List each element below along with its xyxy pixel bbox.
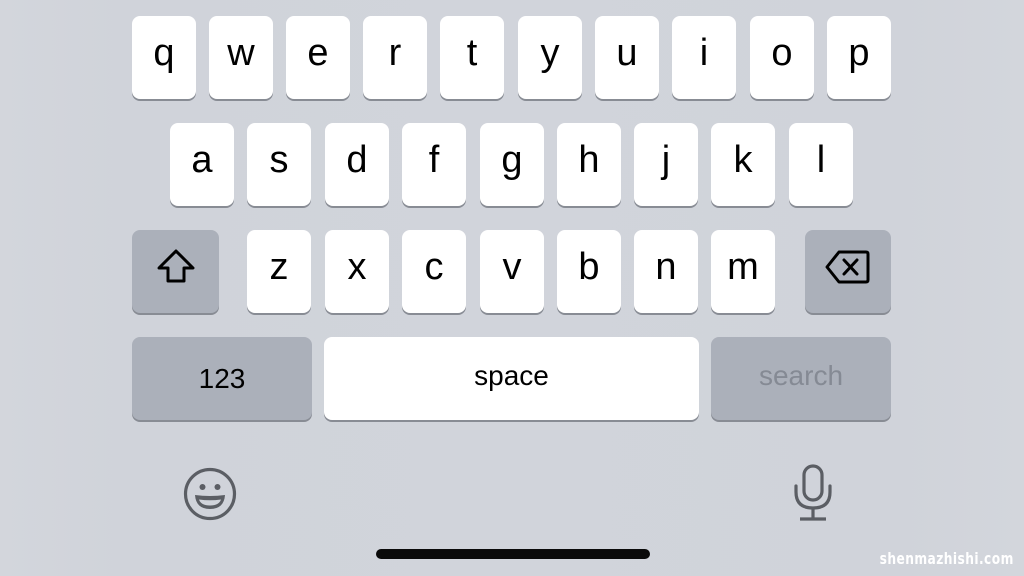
key-o[interactable]: o — [750, 16, 814, 99]
key-g[interactable]: g — [480, 123, 544, 206]
key-label: f — [428, 138, 440, 181]
key-i[interactable]: i — [672, 16, 736, 99]
key-label: q — [153, 31, 175, 74]
key-c[interactable]: c — [402, 230, 466, 313]
key-label: x — [347, 245, 367, 288]
numbers-key[interactable]: 123 — [132, 337, 312, 420]
search-key-label: search — [758, 359, 844, 391]
key-y[interactable]: y — [518, 16, 582, 99]
shift-arrow-icon — [154, 247, 198, 297]
key-b[interactable]: b — [557, 230, 621, 313]
key-label: c — [424, 245, 444, 288]
key-label: s — [269, 138, 289, 181]
key-e[interactable]: e — [286, 16, 350, 99]
key-label: h — [578, 138, 600, 181]
key-label: k — [733, 138, 753, 181]
key-label: e — [307, 31, 329, 74]
key-label: z — [269, 245, 289, 288]
key-label: g — [501, 138, 523, 181]
key-p[interactable]: p — [827, 16, 891, 99]
key-label: t — [466, 31, 478, 74]
backspace-icon — [824, 248, 872, 296]
key-s[interactable]: s — [247, 123, 311, 206]
key-label: w — [227, 31, 255, 74]
key-label: p — [848, 31, 870, 74]
dictation-button[interactable] — [788, 462, 838, 528]
key-a[interactable]: a — [170, 123, 234, 206]
key-label: o — [771, 31, 793, 74]
key-label: l — [816, 138, 826, 181]
space-key-label: space — [474, 359, 549, 391]
key-label: a — [191, 138, 213, 181]
space-key[interactable]: space — [324, 337, 699, 420]
key-d[interactable]: d — [325, 123, 389, 206]
keyboard: q w e r t y u i o p a s d f g h j k l z … — [0, 0, 1024, 576]
key-label: i — [699, 31, 709, 74]
key-h[interactable]: h — [557, 123, 621, 206]
emoji-smile-icon — [182, 466, 238, 527]
watermark: shenmazhishi.com — [879, 549, 1014, 568]
shift-key[interactable] — [132, 230, 219, 313]
numbers-key-label: 123 — [198, 362, 246, 394]
key-label: n — [655, 245, 677, 288]
key-r[interactable]: r — [363, 16, 427, 99]
key-q[interactable]: q — [132, 16, 196, 99]
key-m[interactable]: m — [711, 230, 775, 313]
key-l[interactable]: l — [789, 123, 853, 206]
key-w[interactable]: w — [209, 16, 273, 99]
key-x[interactable]: x — [325, 230, 389, 313]
key-t[interactable]: t — [440, 16, 504, 99]
key-label: r — [388, 31, 402, 74]
home-indicator[interactable] — [376, 549, 650, 559]
key-label: b — [578, 245, 600, 288]
key-n[interactable]: n — [634, 230, 698, 313]
key-j[interactable]: j — [634, 123, 698, 206]
key-label: y — [540, 31, 560, 74]
key-label: d — [346, 138, 368, 181]
search-key[interactable]: search — [711, 337, 891, 420]
key-label: j — [661, 138, 671, 181]
key-z[interactable]: z — [247, 230, 311, 313]
key-label: v — [502, 245, 522, 288]
key-f[interactable]: f — [402, 123, 466, 206]
key-v[interactable]: v — [480, 230, 544, 313]
key-k[interactable]: k — [711, 123, 775, 206]
backspace-key[interactable] — [805, 230, 891, 313]
microphone-icon — [792, 462, 834, 529]
emoji-button[interactable] — [180, 466, 240, 526]
key-label: u — [616, 31, 638, 74]
key-u[interactable]: u — [595, 16, 659, 99]
key-label: m — [727, 245, 759, 288]
